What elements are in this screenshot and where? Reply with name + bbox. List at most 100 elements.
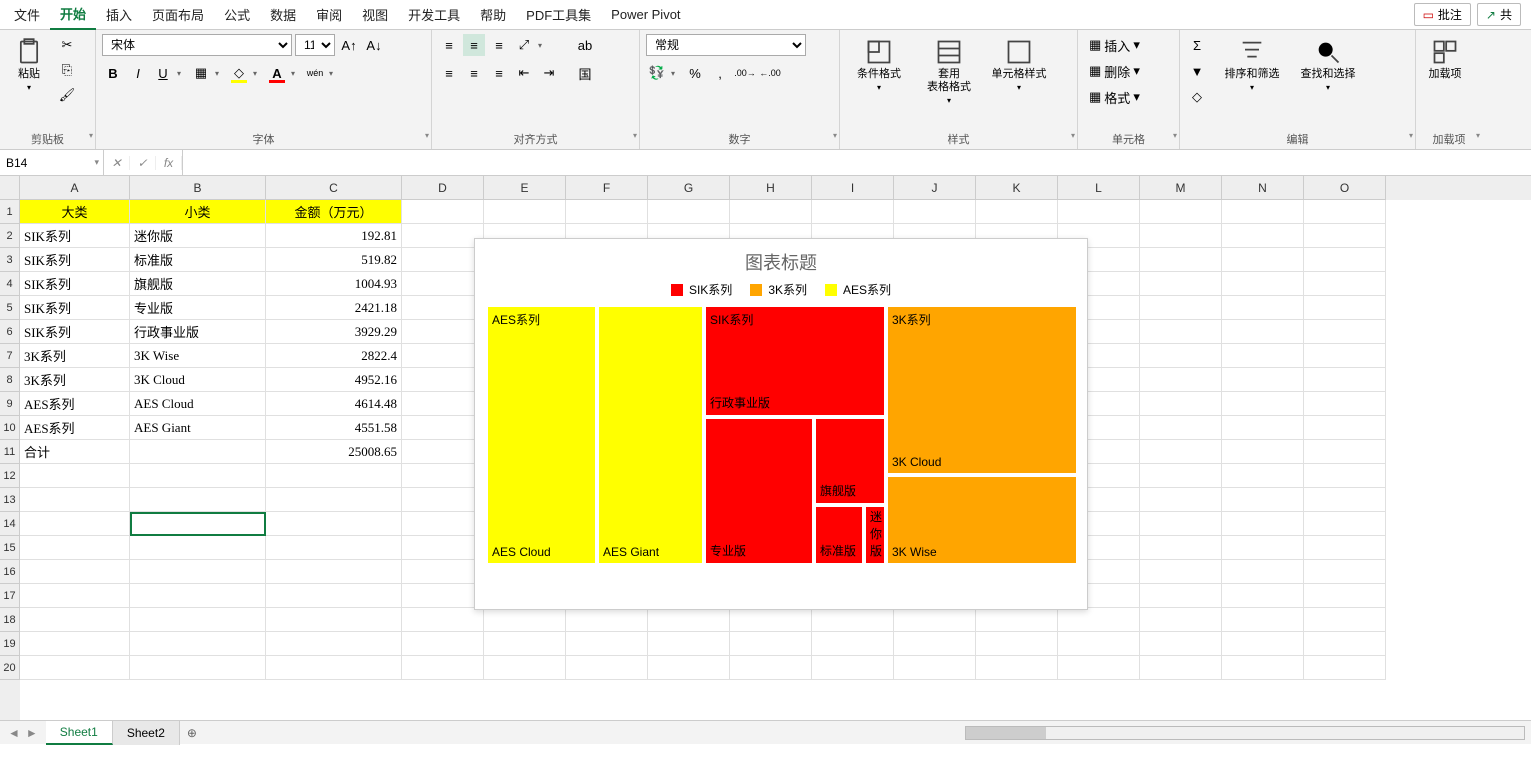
cell[interactable] xyxy=(266,608,402,632)
row-header[interactable]: 5 xyxy=(0,296,20,320)
cell[interactable] xyxy=(1140,344,1222,368)
cell[interactable] xyxy=(402,656,484,680)
row-header[interactable]: 6 xyxy=(0,320,20,344)
cell[interactable] xyxy=(566,632,648,656)
cell[interactable] xyxy=(1222,344,1304,368)
row-header[interactable]: 15 xyxy=(0,536,20,560)
accept-formula-button[interactable]: ✓ xyxy=(130,156,156,170)
cell[interactable] xyxy=(812,656,894,680)
cell[interactable] xyxy=(1222,416,1304,440)
formula-input[interactable] xyxy=(183,150,1531,175)
sheet-tab[interactable]: Sheet2 xyxy=(113,721,180,745)
cell[interactable]: 2822.4 xyxy=(266,344,402,368)
cell[interactable] xyxy=(1058,608,1140,632)
cell[interactable] xyxy=(730,608,812,632)
menu-tab-帮助[interactable]: 帮助 xyxy=(470,0,516,30)
cell[interactable] xyxy=(730,656,812,680)
format-painter-button[interactable]: 🖌 xyxy=(56,84,78,106)
cell[interactable] xyxy=(976,200,1058,224)
percent-button[interactable]: % xyxy=(684,62,706,84)
cell[interactable] xyxy=(484,608,566,632)
underline-button[interactable]: U xyxy=(152,62,174,84)
find-select-button[interactable]: 查找和选择▾ xyxy=(1292,34,1364,98)
cell[interactable] xyxy=(20,536,130,560)
align-middle-button[interactable]: ≡ xyxy=(463,34,485,56)
row-header[interactable]: 18 xyxy=(0,608,20,632)
cell[interactable] xyxy=(1222,392,1304,416)
cell[interactable]: 3K Cloud xyxy=(130,368,266,392)
clear-button[interactable]: ◇ xyxy=(1186,86,1208,108)
sheet-nav-next[interactable]: ► xyxy=(26,726,38,740)
column-header[interactable]: L xyxy=(1058,176,1140,200)
cell[interactable] xyxy=(402,416,484,440)
cell[interactable] xyxy=(812,200,894,224)
decrease-decimal-button[interactable]: ←.00 xyxy=(759,62,781,84)
cell[interactable] xyxy=(402,320,484,344)
sheet-tab[interactable]: Sheet1 xyxy=(46,721,113,745)
cell[interactable] xyxy=(130,464,266,488)
cell[interactable] xyxy=(1058,632,1140,656)
decrease-font-button[interactable]: A↓ xyxy=(363,34,385,56)
insert-cells-button[interactable]: ▦ 插入 ▾ xyxy=(1084,34,1174,56)
cell[interactable] xyxy=(484,632,566,656)
cell[interactable]: 4551.58 xyxy=(266,416,402,440)
cell[interactable]: 合计 xyxy=(20,440,130,464)
cell[interactable] xyxy=(1222,296,1304,320)
cell[interactable]: 标准版 xyxy=(130,248,266,272)
cell[interactable]: 3K系列 xyxy=(20,344,130,368)
row-header[interactable]: 4 xyxy=(0,272,20,296)
autosum-button[interactable]: Σ xyxy=(1186,34,1208,56)
cell[interactable] xyxy=(1140,392,1222,416)
cell[interactable] xyxy=(648,608,730,632)
row-header[interactable]: 8 xyxy=(0,368,20,392)
cell[interactable]: 旗舰版 xyxy=(130,272,266,296)
row-header[interactable]: 13 xyxy=(0,488,20,512)
cell[interactable] xyxy=(1304,224,1386,248)
align-center-button[interactable]: ≡ xyxy=(463,62,485,84)
cancel-formula-button[interactable]: ✕ xyxy=(104,156,130,170)
horizontal-scrollbar[interactable] xyxy=(965,726,1525,740)
cell[interactable] xyxy=(894,656,976,680)
cell[interactable]: 行政事业版 xyxy=(130,320,266,344)
cell[interactable]: 1004.93 xyxy=(266,272,402,296)
orientation-button[interactable]: ⤢ xyxy=(513,34,535,56)
row-header[interactable]: 2 xyxy=(0,224,20,248)
column-header[interactable]: B xyxy=(130,176,266,200)
menu-tab-文件[interactable]: 文件 xyxy=(4,0,50,30)
cell[interactable] xyxy=(1304,488,1386,512)
row-header[interactable]: 20 xyxy=(0,656,20,680)
cell[interactable]: 3K Wise xyxy=(130,344,266,368)
addin-button[interactable]: 加载项 xyxy=(1422,34,1468,85)
cell[interactable] xyxy=(1140,512,1222,536)
increase-font-button[interactable]: A↑ xyxy=(338,34,360,56)
comment-button[interactable]: ▭批注 xyxy=(1414,3,1471,26)
cell[interactable]: 4952.16 xyxy=(266,368,402,392)
cell[interactable] xyxy=(648,632,730,656)
row-header[interactable]: 9 xyxy=(0,392,20,416)
indent-decrease-button[interactable]: ⇤ xyxy=(513,62,535,84)
cell[interactable] xyxy=(402,272,484,296)
cell[interactable] xyxy=(1140,464,1222,488)
cell[interactable] xyxy=(1304,320,1386,344)
row-header[interactable]: 11 xyxy=(0,440,20,464)
cut-button[interactable]: ✂ xyxy=(56,34,78,56)
cell[interactable] xyxy=(484,656,566,680)
cell[interactable]: 25008.65 xyxy=(266,440,402,464)
row-header[interactable]: 19 xyxy=(0,632,20,656)
row-header[interactable]: 14 xyxy=(0,512,20,536)
row-header[interactable]: 10 xyxy=(0,416,20,440)
font-size-select[interactable]: 11 xyxy=(295,34,335,56)
indent-increase-button[interactable]: ⇥ xyxy=(538,62,560,84)
cell[interactable] xyxy=(402,512,484,536)
cell[interactable] xyxy=(1140,272,1222,296)
cell[interactable]: SIK系列 xyxy=(20,320,130,344)
cell[interactable]: 专业版 xyxy=(130,296,266,320)
cell[interactable]: 小类 xyxy=(130,200,266,224)
cell[interactable] xyxy=(1140,488,1222,512)
menu-tab-开始[interactable]: 开始 xyxy=(50,0,96,30)
currency-button[interactable]: 💱 xyxy=(646,62,668,84)
column-header[interactable]: D xyxy=(402,176,484,200)
row-header[interactable]: 17 xyxy=(0,584,20,608)
cell[interactable] xyxy=(1222,512,1304,536)
cell[interactable] xyxy=(20,560,130,584)
